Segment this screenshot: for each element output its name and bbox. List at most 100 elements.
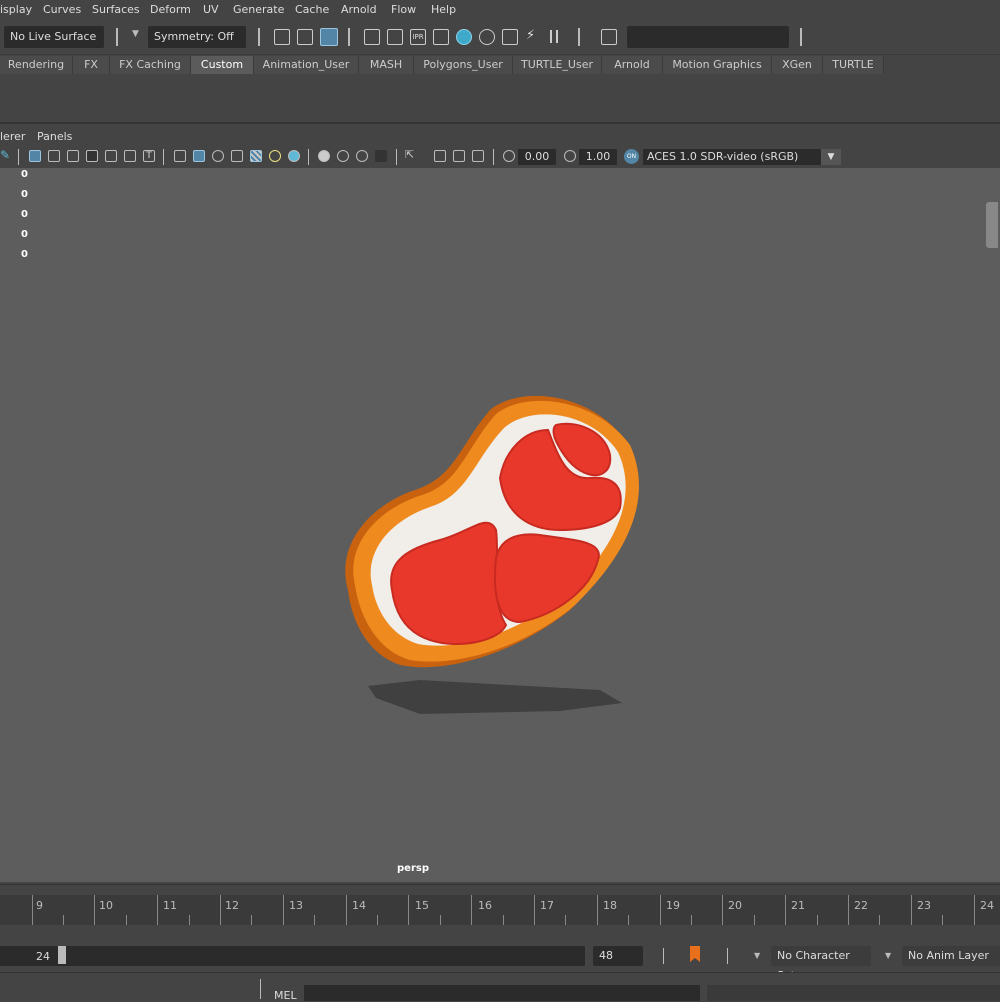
- chevron-down-icon[interactable]: ▼: [821, 149, 841, 165]
- time-slider[interactable]: 9 10 11 12 13 14 15 16 17 18 19 20 21 22…: [0, 884, 1000, 943]
- depth-of-field-icon[interactable]: [375, 150, 387, 162]
- menu-cache[interactable]: Cache: [295, 3, 329, 16]
- render-settings-icon[interactable]: [320, 28, 338, 46]
- menu-arnold[interactable]: Arnold: [341, 3, 377, 16]
- tab-turtle[interactable]: TURTLE: [823, 56, 884, 74]
- steak-model[interactable]: [0, 168, 1000, 882]
- wireframe-icon[interactable]: [174, 150, 186, 162]
- gamma-icon[interactable]: [564, 150, 576, 162]
- pencil-icon[interactable]: ✎: [0, 148, 10, 162]
- textured-icon[interactable]: [231, 150, 243, 162]
- gamma-field[interactable]: 1.00: [579, 149, 617, 165]
- frame-tick: [659, 895, 661, 925]
- tab-rendering[interactable]: Rendering: [0, 56, 73, 74]
- menu-flow[interactable]: Flow: [391, 3, 416, 16]
- render-sequence-icon[interactable]: [479, 29, 495, 45]
- playblast-icon[interactable]: ⚡: [526, 29, 542, 45]
- exposure-icon[interactable]: [503, 150, 515, 162]
- resolution-gate-icon[interactable]: [67, 150, 79, 162]
- menu-panels[interactable]: Panels: [37, 130, 72, 143]
- render-view-icon[interactable]: [364, 29, 380, 45]
- frame-tick-minor: [188, 915, 190, 925]
- menu-display[interactable]: isplay: [0, 3, 32, 16]
- xray-joints-icon[interactable]: [434, 150, 446, 162]
- menu-deform[interactable]: Deform: [150, 3, 191, 16]
- smooth-shade-icon[interactable]: [193, 150, 205, 162]
- snap-view-icon[interactable]: [274, 29, 290, 45]
- command-input[interactable]: [304, 985, 700, 1001]
- range-end-field[interactable]: 48: [593, 946, 643, 966]
- anti-aliasing-icon[interactable]: [356, 150, 368, 162]
- input-line-icon[interactable]: [601, 29, 617, 45]
- exposure-field[interactable]: 0.00: [518, 149, 556, 165]
- tab-fx-caching[interactable]: FX Caching: [110, 56, 191, 74]
- frame-label: 24: [980, 899, 994, 912]
- film-gate-icon[interactable]: [48, 150, 60, 162]
- frame-tick: [345, 895, 347, 925]
- frame-label: 12: [225, 899, 239, 912]
- chevron-down-icon[interactable]: ▼: [132, 29, 139, 39]
- tab-mash[interactable]: MASH: [359, 56, 414, 74]
- motion-blur-icon[interactable]: [337, 150, 349, 162]
- menu-generate[interactable]: Generate: [233, 3, 284, 16]
- tab-motion-graphics[interactable]: Motion Graphics: [663, 56, 772, 74]
- meat-chunk-bottom: [494, 533, 600, 624]
- snap-grid-icon[interactable]: [297, 29, 313, 45]
- viewport-persp[interactable]: 0 0 0 0 0 persp: [0, 168, 1000, 882]
- quick-select-field[interactable]: [627, 26, 789, 48]
- frame-tick: [219, 895, 221, 925]
- divider: [493, 149, 494, 165]
- isolate-select-icon[interactable]: ⇱: [405, 148, 414, 161]
- pause-icon[interactable]: [550, 30, 558, 43]
- frame-tick-minor: [565, 915, 567, 925]
- field-chart-icon[interactable]: [105, 150, 117, 162]
- ipr-render-icon[interactable]: IPR: [410, 29, 426, 45]
- anim-layer-dropdown[interactable]: No Anim Layer: [902, 946, 1000, 966]
- wireframe-on-shaded-icon[interactable]: [212, 150, 224, 162]
- view-transform-toggle[interactable]: ON: [624, 149, 639, 164]
- color-space-dropdown[interactable]: ACES 1.0 SDR-video (sRGB): [643, 149, 821, 165]
- hypershade-icon[interactable]: [456, 29, 472, 45]
- command-result-field: [707, 985, 1000, 1001]
- time-slider-track[interactable]: [0, 895, 1000, 925]
- xray-icon[interactable]: [250, 150, 262, 162]
- tab-custom[interactable]: Custom: [191, 56, 254, 74]
- shadows-icon[interactable]: [288, 150, 300, 162]
- menu-surfaces[interactable]: Surfaces: [92, 3, 140, 16]
- range-handle[interactable]: [58, 946, 66, 964]
- render-frame-icon[interactable]: [387, 29, 403, 45]
- chevron-down-icon[interactable]: ▼: [754, 951, 760, 960]
- menu-renderer[interactable]: lerer: [0, 130, 25, 143]
- symmetry-dropdown[interactable]: Symmetry: Off: [148, 26, 246, 48]
- tab-polygons-user[interactable]: Polygons_User: [414, 56, 513, 74]
- live-surface-field[interactable]: No Live Surface: [4, 26, 104, 48]
- tab-arnold[interactable]: Arnold: [602, 56, 663, 74]
- gate-mask-icon[interactable]: [86, 150, 98, 162]
- backface-icon[interactable]: [472, 150, 484, 162]
- tab-fx[interactable]: FX: [73, 56, 110, 74]
- menu-help[interactable]: Help: [431, 3, 456, 16]
- frame-tick: [973, 895, 975, 925]
- tab-xgen[interactable]: XGen: [772, 56, 823, 74]
- frame-tick: [471, 895, 473, 925]
- arnold-render-icon[interactable]: [502, 29, 518, 45]
- script-language-label[interactable]: MEL: [274, 989, 297, 1002]
- divider: [18, 149, 19, 165]
- xray-active-icon[interactable]: [453, 150, 465, 162]
- lights-icon[interactable]: [269, 150, 281, 162]
- character-set-dropdown[interactable]: No Character Set: [771, 946, 871, 982]
- safe-action-icon[interactable]: [124, 150, 136, 162]
- tab-turtle-user[interactable]: TURTLE_User: [513, 56, 602, 74]
- ambient-occlusion-icon[interactable]: [318, 150, 330, 162]
- bookmark-icon[interactable]: [690, 946, 700, 962]
- chevron-down-icon[interactable]: ▼: [885, 951, 891, 960]
- tab-animation-user[interactable]: Animation_User: [254, 56, 359, 74]
- render-settings-window-icon[interactable]: [433, 29, 449, 45]
- divider: [800, 28, 802, 46]
- menu-curves[interactable]: Curves: [43, 3, 81, 16]
- range-bar[interactable]: [0, 946, 585, 966]
- menu-uv[interactable]: UV: [203, 3, 219, 16]
- grid-icon[interactable]: [29, 150, 41, 162]
- ground-shadow: [368, 680, 622, 714]
- safe-title-icon[interactable]: T: [143, 150, 155, 162]
